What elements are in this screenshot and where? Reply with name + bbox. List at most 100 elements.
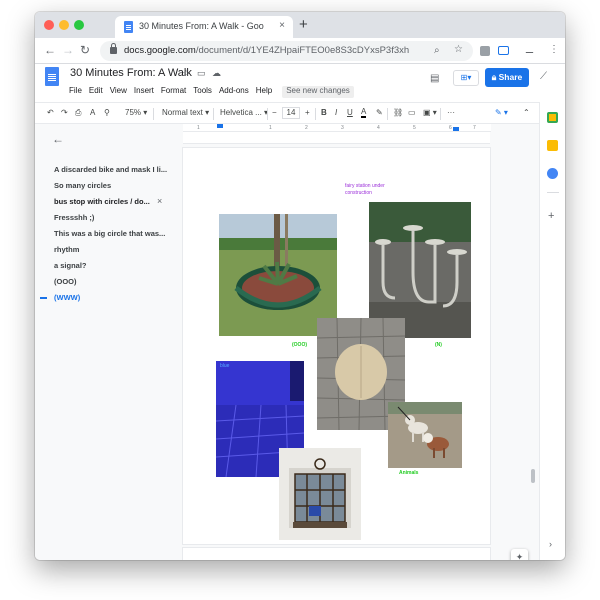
undo-icon[interactable]: ↶ xyxy=(47,108,54,117)
menu-addons[interactable]: Add-ons xyxy=(219,86,249,98)
menu-file[interactable]: File xyxy=(69,86,82,98)
outline-item[interactable]: A discarded bike and mask I li... xyxy=(54,165,179,174)
close-window-button[interactable] xyxy=(44,20,54,30)
forward-arrow-icon[interactable]: → xyxy=(62,43,74,57)
extensions-icon[interactable]: ⚊ xyxy=(525,45,534,56)
note-text-line1: fairy station under xyxy=(345,183,385,189)
calendar-icon[interactable] xyxy=(547,112,558,123)
font-select[interactable]: Helvetica ... ▾ xyxy=(220,108,268,117)
toolbar-divider xyxy=(440,108,441,120)
photo-dogs[interactable] xyxy=(388,402,462,468)
tab-close-icon[interactable]: × xyxy=(279,20,285,31)
bold-icon[interactable]: B xyxy=(321,108,327,117)
style-select[interactable]: Normal text ▾ xyxy=(162,108,209,117)
address-bar[interactable]: docs.google.com/document/d/1YE4ZHpaiFTEO… xyxy=(100,41,473,61)
comment-history-icon[interactable]: ▤ xyxy=(430,73,439,84)
minimize-window-button[interactable] xyxy=(59,20,69,30)
menu-bar: File Edit View Insert Format Tools Add-o… xyxy=(69,86,361,98)
tasks-icon[interactable] xyxy=(547,168,558,179)
share-button[interactable]: 🔒︎ Share xyxy=(485,68,529,87)
share-label: Share xyxy=(498,72,523,82)
menu-format[interactable]: Format xyxy=(161,86,186,98)
outline-item[interactable]: a signal? xyxy=(54,261,179,270)
menu-insert[interactable]: Insert xyxy=(134,86,154,98)
decrease-font-size-icon[interactable]: − xyxy=(272,108,277,117)
move-folder-icon[interactable]: ▭ xyxy=(197,68,206,79)
right-indent-marker[interactable] xyxy=(453,127,459,131)
present-button[interactable]: ⊞▾ xyxy=(453,70,479,86)
editing-mode-icon[interactable]: ✎ ▾ xyxy=(495,108,508,117)
ruler-tick: 3 xyxy=(341,125,344,131)
side-panel-rail: + › xyxy=(539,102,565,560)
caption-n: (N) xyxy=(435,342,442,348)
new-tab-button[interactable]: + xyxy=(299,16,308,33)
explore-button-icon[interactable]: ✦ xyxy=(511,549,528,560)
outline-item[interactable]: This was a big circle that was... xyxy=(54,229,179,238)
menu-view[interactable]: View xyxy=(110,86,127,98)
keep-icon[interactable] xyxy=(547,140,558,151)
browser-tab[interactable]: 30 Minutes From: A Walk - Goo × xyxy=(115,16,293,38)
outline-item[interactable]: (OOO) xyxy=(54,277,179,286)
reload-icon[interactable]: ↻ xyxy=(80,43,90,57)
browser-window: 30 Minutes From: A Walk - Goo × + ← → ↻ … xyxy=(35,12,565,560)
highlight-color-icon[interactable]: ✎ xyxy=(376,108,383,117)
redo-icon[interactable]: ↷ xyxy=(61,108,68,117)
paint-format-icon[interactable]: ⚲ xyxy=(104,108,110,117)
search-icon[interactable]: ⌕ xyxy=(434,45,440,56)
more-menu-icon[interactable]: ⋮ xyxy=(549,44,559,55)
bookmark-star-icon[interactable]: ☆ xyxy=(454,44,463,55)
font-size-input[interactable]: 14 xyxy=(282,107,300,119)
docs-favicon-icon xyxy=(124,21,133,33)
caption-ooo: (OOO) xyxy=(292,342,307,348)
toolbar-divider xyxy=(267,108,268,120)
hide-menus-icon[interactable]: ⌃ xyxy=(523,108,530,117)
add-addon-icon[interactable]: + xyxy=(548,210,554,222)
ruler-tick: 1 xyxy=(269,125,272,131)
add-comment-icon[interactable]: ▭ xyxy=(408,108,416,117)
outline-item[interactable]: Fressshh ;) xyxy=(54,213,179,222)
document-page[interactable]: fairy station under construction (OOO) (… xyxy=(183,148,490,544)
close-outline-arrow-icon[interactable]: ← xyxy=(52,132,64,146)
indent-marker[interactable] xyxy=(217,124,223,128)
document-title[interactable]: 30 Minutes From: A Walk xyxy=(70,67,192,79)
ruler[interactable]: 1 1 2 3 4 5 6 7 xyxy=(183,124,491,132)
browser-toolbar: ← → ↻ docs.google.com/document/d/1YE4ZHp… xyxy=(35,38,565,64)
italic-icon[interactable]: I xyxy=(335,108,337,117)
docs-logo-icon[interactable] xyxy=(45,67,59,86)
more-tools-icon[interactable]: ··· xyxy=(447,108,455,117)
outline-item[interactable]: rhythm xyxy=(54,245,179,254)
back-arrow-icon[interactable]: ← xyxy=(44,43,56,57)
menu-edit[interactable]: Edit xyxy=(89,86,103,98)
insert-link-icon[interactable]: ⛓ xyxy=(393,108,403,117)
increase-font-size-icon[interactable]: + xyxy=(305,108,310,117)
account-avatar[interactable]: ⟋ xyxy=(540,71,547,82)
vertical-scrollbar[interactable] xyxy=(531,469,535,483)
outline-item-current[interactable]: (WWW) xyxy=(54,293,179,302)
collapse-panel-icon[interactable]: › xyxy=(549,539,552,549)
menu-tools[interactable]: Tools xyxy=(193,86,212,98)
menu-help[interactable]: Help xyxy=(256,86,272,98)
text-color-icon[interactable]: A xyxy=(361,108,367,118)
star-icon[interactable]: ☆ xyxy=(182,68,190,79)
document-outline: ← A discarded bike and mask I li... So m… xyxy=(35,124,185,560)
toolbar-divider xyxy=(213,108,214,120)
zoom-select[interactable]: 75% ▾ xyxy=(125,108,147,117)
maximize-window-button[interactable] xyxy=(74,20,84,30)
dogs-image xyxy=(388,402,462,468)
outline-current-marker xyxy=(40,297,47,299)
underline-icon[interactable]: U xyxy=(347,108,353,117)
ruler-tick: 6 xyxy=(449,125,452,131)
outline-item-selected[interactable]: bus stop with circles / do... xyxy=(54,197,154,206)
cast-icon[interactable] xyxy=(498,46,509,55)
caption-blue: blue xyxy=(220,363,230,369)
spellcheck-icon[interactable]: A xyxy=(90,108,95,117)
caption-animals: Animals xyxy=(399,470,419,476)
see-new-changes-link[interactable]: See new changes xyxy=(282,86,354,98)
outline-item[interactable]: So many circles xyxy=(54,181,179,190)
outline-remove-icon[interactable]: × xyxy=(157,196,162,206)
insert-image-icon[interactable]: ▣ ▾ xyxy=(423,108,437,117)
print-icon[interactable]: ⎙ xyxy=(75,108,81,118)
extension-icon[interactable] xyxy=(480,46,490,56)
photo-window-grille[interactable] xyxy=(279,448,361,540)
ruler-tick: 4 xyxy=(377,125,380,131)
